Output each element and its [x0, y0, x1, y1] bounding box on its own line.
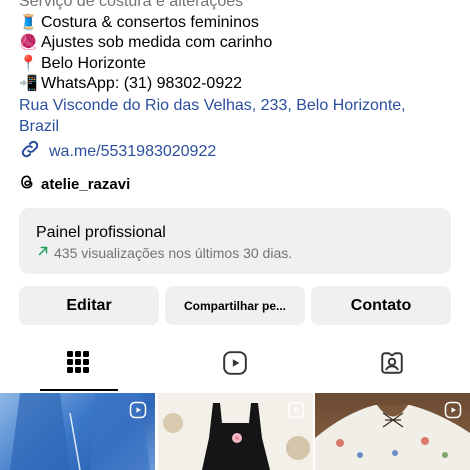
trend-arrow-icon [36, 244, 50, 261]
website-link-text: wa.me/5531983020922 [49, 142, 217, 160]
share-profile-button[interactable]: Compartilhar pe... [165, 286, 305, 325]
post-thumbnail[interactable] [0, 393, 155, 470]
yarn-emoji-icon: 🧶 [19, 34, 38, 51]
reels-icon [222, 350, 248, 381]
post-thumbnail[interactable] [158, 393, 313, 470]
threads-badge[interactable]: atelie_razavi [19, 174, 130, 195]
dashboard-stats: 435 visualizações nos últimos 30 dias. [36, 244, 292, 261]
address-link[interactable]: Rua Visconde do Rio das Velhas, 233, Bel… [19, 95, 439, 137]
reel-badge-icon [287, 401, 305, 419]
bio-line: 🧶 Ajustes sob medida com carinho [19, 33, 459, 54]
pin-emoji-icon: 📍 [19, 54, 38, 72]
phone-emoji-icon: 📲 [19, 75, 38, 92]
category-label: Serviço de costura e alterações [19, 0, 244, 10]
contact-button[interactable]: Contato [311, 286, 451, 325]
website-link[interactable]: wa.me/5531983020922 [19, 138, 216, 165]
profile-bio: Serviço de costura e alterações 🧵 Costura… [19, 0, 459, 137]
reel-badge-icon [129, 401, 147, 419]
active-tab-indicator [40, 389, 118, 391]
tab-grid[interactable] [0, 346, 156, 392]
thread-emoji-icon: 🧵 [19, 13, 38, 31]
dashboard-title: Painel profissional [36, 224, 166, 241]
link-icon [19, 138, 41, 165]
threads-icon [19, 174, 35, 195]
bio-line: 📲 WhatsApp: (31) 98302-0922 [19, 74, 459, 95]
tagged-icon [379, 350, 405, 381]
post-thumbnail[interactable] [315, 393, 470, 470]
reel-badge-icon [444, 401, 462, 419]
threads-handle: atelie_razavi [41, 176, 131, 193]
bio-line: 🧵 Costura & consertos femininos [19, 13, 459, 34]
edit-profile-button[interactable]: Editar [19, 286, 159, 325]
grid-icon [66, 350, 90, 379]
professional-dashboard[interactable]: Painel profissional 435 visualizações no… [19, 208, 451, 274]
tab-reels[interactable] [157, 346, 313, 392]
bio-line: 📍 Belo Horizonte [19, 54, 459, 75]
tab-tagged[interactable] [314, 346, 470, 392]
